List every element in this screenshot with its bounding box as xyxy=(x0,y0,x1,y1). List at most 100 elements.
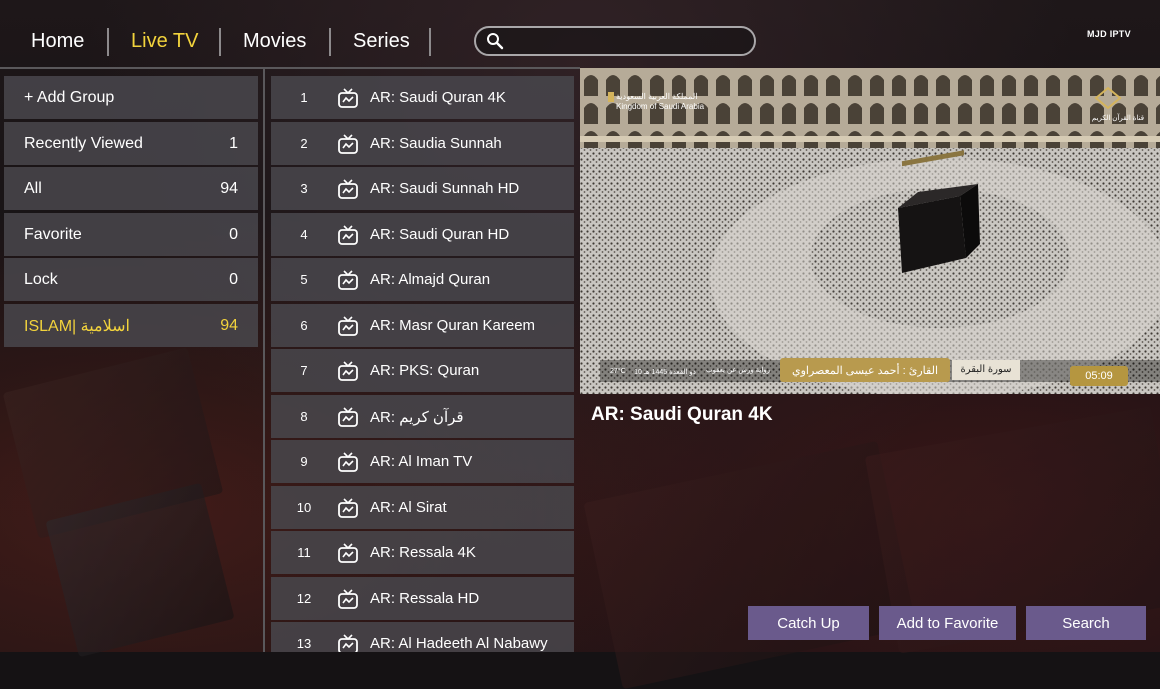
tv-icon xyxy=(338,497,358,518)
tv-icon xyxy=(338,633,358,652)
tv-icon xyxy=(338,542,358,563)
channel-list: 1 AR: Saudi Quran 4K 2 AR: Saudia Sunnah… xyxy=(271,76,574,652)
channel-item[interactable]: 3 AR: Saudi Sunnah HD xyxy=(271,167,574,210)
channel-item[interactable]: 1 AR: Saudi Quran 4K xyxy=(271,76,574,119)
channel-number: 13 xyxy=(296,636,312,651)
channel-name: AR: Ressala HD xyxy=(370,590,480,607)
search-bar[interactable] xyxy=(474,26,756,56)
channel-number: 2 xyxy=(300,136,308,151)
tv-icon xyxy=(338,224,358,245)
channel-name: AR: Masr Quran Kareem xyxy=(370,317,536,334)
nav-separator xyxy=(107,28,109,56)
tab-home[interactable]: Home xyxy=(31,30,84,53)
channel-number: 4 xyxy=(300,227,308,242)
channel-item[interactable]: 9 AR: Al Iman TV xyxy=(271,440,574,483)
group-label: Recently Viewed xyxy=(24,134,143,152)
channel-name: AR: Ressala 4K xyxy=(370,544,476,561)
group-item-add-group[interactable]: + Add Group xyxy=(4,76,258,119)
nav-separator xyxy=(429,28,431,56)
add-to-favorite-button[interactable]: Add to Favorite xyxy=(879,606,1016,640)
channel-number: 5 xyxy=(300,272,308,287)
video-player[interactable]: المملكة العربية السعودية Kingdom of Saud… xyxy=(580,68,1160,394)
channel-name: AR: Saudi Sunnah HD xyxy=(370,180,520,197)
search-button[interactable]: Search xyxy=(1026,606,1146,640)
channel-number: 8 xyxy=(300,409,308,424)
tab-live-tv[interactable]: Live TV xyxy=(131,30,198,53)
video-date-text: 10 ذو القعدة 1445 هـ xyxy=(634,369,696,376)
catch-up-button[interactable]: Catch Up xyxy=(748,606,869,640)
channel-name: AR: Saudi Quran 4K xyxy=(370,89,506,106)
channel-number: 7 xyxy=(300,363,308,378)
channel-number: 3 xyxy=(300,181,308,196)
channel-number: 12 xyxy=(296,591,312,606)
channel-number: 10 xyxy=(296,500,312,515)
channel-item[interactable]: 6 AR: Masr Quran Kareem xyxy=(271,304,574,347)
group-count: 0 xyxy=(229,270,238,288)
divider xyxy=(0,67,580,69)
top-bar: Home Live TV Movies Series MJD IPTV xyxy=(0,0,1160,67)
tv-icon xyxy=(338,451,358,472)
channel-number: 9 xyxy=(300,454,308,469)
search-input[interactable] xyxy=(510,30,746,54)
tv-icon xyxy=(338,269,358,290)
group-label: + Add Group xyxy=(24,88,115,106)
channel-item[interactable]: 13 AR: Al Hadeeth Al Nabawy xyxy=(271,622,574,652)
tv-icon xyxy=(338,406,358,427)
video-surah-text: سورة البقرة xyxy=(960,364,1012,375)
channel-name: AR: قرآن كريم xyxy=(370,408,464,426)
video-broadcaster-logo: المملكة العربية السعودية Kingdom of Saud… xyxy=(616,92,704,112)
channel-item[interactable]: 11 AR: Ressala 4K xyxy=(271,531,574,574)
tv-icon xyxy=(338,133,358,154)
group-label: ISLAM| اسلامية xyxy=(24,317,130,335)
group-item-favorite[interactable]: Favorite 0 xyxy=(4,213,258,256)
group-label: All xyxy=(24,179,42,197)
channel-name: AR: Saudi Quran HD xyxy=(370,226,510,243)
channel-item[interactable]: 5 AR: Almajd Quran xyxy=(271,258,574,301)
video-riwaya-text: رواية ورش عن يعقوب xyxy=(705,367,771,374)
channel-item[interactable]: 7 AR: PKS: Quran xyxy=(271,349,574,392)
channel-name: AR: Al Hadeeth Al Nabawy xyxy=(370,635,548,652)
tv-icon xyxy=(338,87,358,108)
group-count: 94 xyxy=(220,179,238,197)
nav-separator xyxy=(219,28,221,56)
video-temperature: 27°C xyxy=(610,368,626,375)
channel-name: AR: Al Sirat xyxy=(370,499,447,516)
logo-text-ar: المملكة العربية السعودية xyxy=(616,92,698,101)
tab-series[interactable]: Series xyxy=(353,30,410,53)
group-count: 94 xyxy=(220,316,238,334)
video-time: 05:09 xyxy=(1085,370,1113,382)
channel-number: 11 xyxy=(297,545,311,560)
channel-item[interactable]: 4 AR: Saudi Quran HD xyxy=(271,213,574,256)
group-item-islam[interactable]: ISLAM| اسلامية 94 xyxy=(4,304,258,347)
tv-icon xyxy=(338,178,358,199)
tab-movies[interactable]: Movies xyxy=(243,30,306,53)
group-count: 1 xyxy=(229,134,238,152)
channel-item[interactable]: 2 AR: Saudia Sunnah xyxy=(271,122,574,165)
channel-item[interactable]: 10 AR: Al Sirat xyxy=(271,486,574,529)
channel-item[interactable]: 12 AR: Ressala HD xyxy=(271,577,574,620)
group-item-all[interactable]: All 94 xyxy=(4,167,258,210)
logo-text-en: Kingdom of Saudi Arabia xyxy=(616,102,705,111)
divider xyxy=(263,67,265,652)
channel-name: AR: Al Iman TV xyxy=(370,453,473,470)
channel-number: 6 xyxy=(300,318,308,333)
nav-separator xyxy=(329,28,331,56)
group-item-recently-viewed[interactable]: Recently Viewed 1 xyxy=(4,122,258,165)
channel-item[interactable]: 8 AR: قرآن كريم xyxy=(271,395,574,438)
tv-icon xyxy=(338,360,358,381)
channel-name: AR: Saudia Sunnah xyxy=(370,135,502,152)
tv-icon xyxy=(338,588,358,609)
search-icon[interactable] xyxy=(486,32,504,55)
channel-number: 1 xyxy=(300,90,308,105)
group-label: Favorite xyxy=(24,225,82,243)
video-reciter-text: القارئ : أحمد عيسى المعصراوي xyxy=(791,365,939,377)
current-channel-title: AR: Saudi Quran 4K xyxy=(591,404,773,425)
channel-name: AR: PKS: Quran xyxy=(370,362,480,379)
group-label: Lock xyxy=(24,270,58,288)
group-item-lock[interactable]: Lock 0 xyxy=(4,258,258,301)
tv-icon xyxy=(338,315,358,336)
group-count: 0 xyxy=(229,225,238,243)
brand-logo: MJD IPTV xyxy=(1087,29,1131,39)
video-channel-logo: قناة القرآن الكريم xyxy=(1091,115,1145,122)
video-frame xyxy=(580,68,1160,394)
